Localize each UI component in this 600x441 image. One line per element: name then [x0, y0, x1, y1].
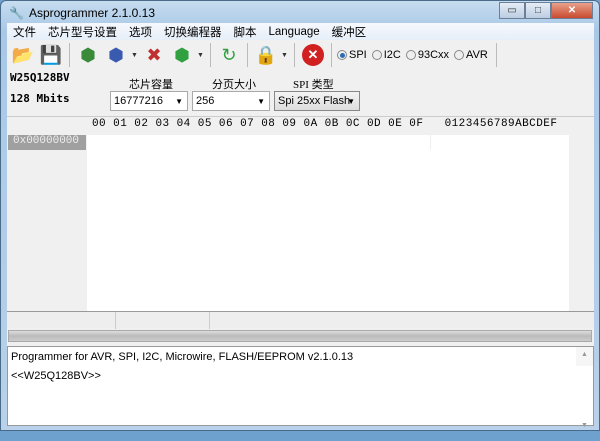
capacity-label: 芯片容量 [129, 79, 173, 91]
capacity-select[interactable]: 16777216 ▼ [110, 91, 188, 111]
radio-i2c[interactable]: I2C [371, 49, 401, 61]
menu-bar: 文件 芯片型号设置 选项 切换编程器 脚本 Language 缓冲区 [7, 23, 594, 40]
write-chip-icon[interactable]: ⬢ [103, 42, 129, 68]
ascii-header: 0123456789ABCDEF [444, 118, 558, 130]
toolbar: 📂 💾 ⬢ ⬢ ▼ ✖ ⬢ ▼ ↻ 🔒 ▼ ✕ SPI I2C 93Cxx AVR [7, 40, 594, 70]
chip-size: 128 Mbits [10, 92, 70, 105]
spi-type-label: SPI 类型 [293, 79, 334, 91]
separator [247, 43, 248, 67]
read-chip-icon[interactable]: ⬢ [75, 42, 101, 68]
separator [69, 43, 70, 67]
spi-type-value: Spi 25xx Flash [278, 95, 351, 107]
verify-chip-icon[interactable]: ⬢ [169, 42, 195, 68]
hex-editor[interactable]: 00 01 02 03 04 05 06 07 08 09 0A 0B 0C 0… [7, 116, 594, 311]
chip-name: W25Q128BV [10, 71, 70, 84]
separator [495, 43, 497, 67]
save-icon[interactable]: 💾 [38, 42, 64, 68]
stop-icon[interactable]: ✕ [300, 42, 326, 68]
hex-column-header: 00 01 02 03 04 05 06 07 08 09 0A 0B 0C 0… [92, 118, 557, 130]
page-size-label: 分页大小 [212, 79, 256, 91]
write-dropdown-icon[interactable]: ▼ [131, 52, 139, 59]
capacity-value: 16777216 [114, 95, 163, 107]
detect-chip-icon[interactable]: ↻ [216, 42, 242, 68]
hex-data-area[interactable] [87, 135, 569, 311]
address-cell: 0x00000000 [8, 135, 86, 150]
radio-label: I2C [383, 49, 401, 61]
window-title: Asprogrammer 2.1.0.13 [28, 6, 156, 20]
spi-type-select[interactable]: Spi 25xx Flash ▼ [274, 91, 360, 111]
menu-language[interactable]: Language [263, 26, 326, 38]
menu-chip-settings[interactable]: 芯片型号设置 [42, 24, 123, 40]
chevron-down-icon: ▼ [347, 96, 355, 106]
title-bar: 🔧 Asprogrammer 2.1.0.13 [9, 5, 155, 21]
open-file-icon[interactable]: 📂 [10, 42, 36, 68]
radio-spi[interactable]: SPI [337, 49, 367, 61]
radio-button-icon[interactable] [405, 50, 416, 60]
radio-label: SPI [349, 49, 367, 61]
app-window: 🔧 Asprogrammer 2.1.0.13 ▭ □ ✕ 文件 芯片型号设置 选… [0, 0, 600, 431]
radio-avr[interactable]: AVR [454, 49, 488, 61]
minimize-button[interactable]: ▭ [499, 2, 525, 19]
close-button[interactable]: ✕ [551, 2, 593, 19]
scroll-down-icon[interactable]: ▼ [576, 422, 593, 441]
separator [210, 43, 211, 67]
radio-button-icon[interactable] [371, 50, 382, 60]
radio-button-icon[interactable] [454, 50, 465, 60]
lock-icon[interactable]: 🔒 [253, 42, 279, 68]
maximize-button[interactable]: □ [525, 2, 551, 19]
chip-info-panel: W25Q128BV 128 Mbits 芯片容量 分页大小 SPI 类型 167… [7, 70, 594, 116]
page-size-value: 256 [196, 95, 215, 107]
erase-chip-icon[interactable]: ✖ [141, 42, 167, 68]
status-bar [7, 311, 594, 329]
menu-programmer[interactable]: 切换编程器 [158, 24, 228, 40]
hex-offsets: 00 01 02 03 04 05 06 07 08 09 0A 0B 0C 0… [92, 118, 424, 130]
log-output[interactable]: Programmer for AVR, SPI, I2C, Microwire,… [7, 346, 594, 429]
menu-options[interactable]: 选项 [123, 24, 158, 40]
radio-button-icon[interactable] [337, 50, 347, 60]
scroll-up-icon[interactable]: ▲ [576, 351, 593, 370]
lock-dropdown-icon[interactable]: ▼ [281, 52, 289, 59]
menu-buffer[interactable]: 缓冲区 [326, 24, 373, 40]
log-scrollbar[interactable]: ▲ ▼ [576, 347, 593, 429]
chevron-down-icon: ▼ [175, 96, 183, 106]
radio-label: AVR [466, 49, 488, 61]
separator [331, 43, 332, 67]
menu-script[interactable]: 脚本 [228, 24, 263, 40]
progress-bar [8, 330, 592, 342]
radio-label: 93Cxx [417, 49, 450, 61]
chevron-down-icon: ▼ [257, 96, 265, 106]
log-line: <<W25Q128BV>> [11, 370, 101, 382]
page-size-select[interactable]: 256 ▼ [192, 91, 270, 111]
app-icon: 🔧 [9, 6, 24, 20]
log-line: Programmer for AVR, SPI, I2C, Microwire,… [11, 351, 354, 363]
separator [294, 43, 295, 67]
radio-93cxx[interactable]: 93Cxx [405, 49, 450, 61]
menu-file[interactable]: 文件 [7, 24, 42, 40]
verify-dropdown-icon[interactable]: ▼ [197, 52, 205, 59]
